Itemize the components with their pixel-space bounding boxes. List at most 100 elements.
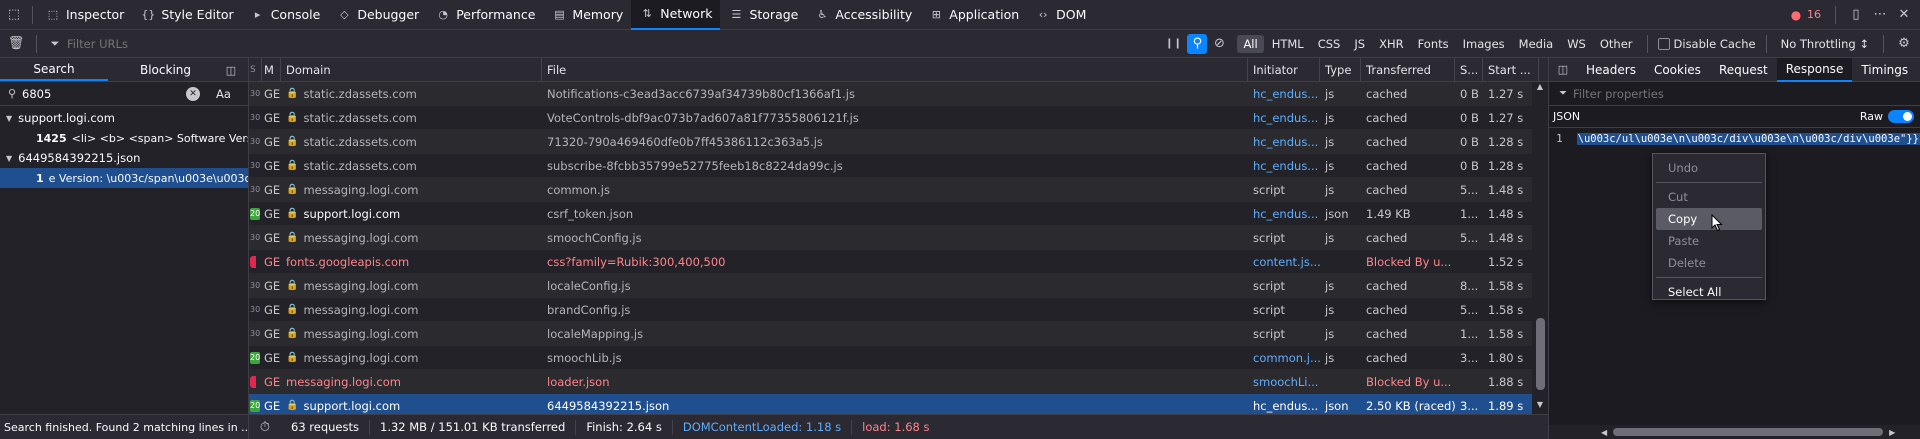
tab-search[interactable]: Search [0, 58, 108, 81]
response-text[interactable]: \u003c/ul\u003e\n\u003c/div\u003e\n\u003… [1576, 133, 1920, 145]
table-scrollbar[interactable]: ▲ ▼ [1532, 82, 1548, 414]
table-row[interactable]: 30 GE 🔒 messaging.logi.com common.js script js… [249, 178, 1548, 202]
filter-urls-input[interactable] [63, 33, 963, 54]
column-header-1[interactable]: M [262, 58, 281, 82]
column-header-7[interactable]: S... [1455, 58, 1483, 82]
tab-console[interactable]: ▸ Console [242, 0, 329, 30]
error-count-badge[interactable]: ● 16 [1788, 7, 1821, 23]
responsive-design-icon[interactable]: ▯ [1848, 7, 1864, 23]
close-icon[interactable]: ✕ [1896, 7, 1912, 23]
filter-type-other[interactable]: Other [1594, 35, 1639, 53]
scroll-thumb-h[interactable] [1613, 428, 1884, 436]
horizontal-scrollbar[interactable]: ◀ ▶ [1549, 425, 1920, 439]
tab-application[interactable]: ⊞ Application [920, 0, 1027, 30]
details-tab-request[interactable]: Request [1710, 58, 1777, 82]
clear-search-icon[interactable]: ✕ [186, 86, 200, 101]
table-row[interactable]: 30 GE 🔒 messaging.logi.com smoochConfig.js sc… [249, 226, 1548, 250]
lock-icon: 🔒 [286, 184, 299, 195]
transferred-cell: Blocked By u... [1366, 374, 1452, 389]
tab-dom[interactable]: ‹› DOM [1027, 0, 1094, 30]
table-row[interactable]: 30 GE 🔒 messaging.logi.com brandConfig.js scr… [249, 298, 1548, 322]
column-header-0[interactable]: S [249, 58, 262, 82]
style-editor-icon: {} [141, 8, 156, 21]
column-header-5[interactable]: Type [1320, 58, 1361, 82]
file-cell: smoochConfig.js [547, 230, 642, 245]
status-cell: 30 [249, 178, 262, 202]
filter-type-js[interactable]: JS [1348, 35, 1371, 53]
filter-type-css[interactable]: CSS [1312, 35, 1347, 53]
search-result-line-selected[interactable]: 1 e Version: \u003c/span\u003e\u003c/b..… [0, 168, 248, 188]
scroll-right-arrow[interactable]: ▶ [1889, 428, 1895, 437]
details-tab-headers[interactable]: Headers [1577, 58, 1645, 82]
throttling-select[interactable]: No Throttling ↕ [1781, 37, 1869, 51]
tab-storage[interactable]: ☰ Storage [720, 0, 806, 30]
pause-icon[interactable]: ❙❙ [1165, 36, 1182, 52]
menu-item-select-all[interactable]: Select All [1656, 281, 1762, 303]
panel-toggle-icon[interactable]: ◫ [1555, 62, 1571, 78]
filter-properties-input[interactable] [1569, 84, 1869, 103]
column-header-2[interactable]: Domain [281, 58, 542, 82]
search-input[interactable] [18, 84, 178, 103]
initiator-cell: content.js... [1253, 254, 1320, 269]
filter-type-html[interactable]: HTML [1266, 35, 1310, 53]
scroll-thumb[interactable] [1536, 318, 1545, 390]
status-cell: 30 [249, 106, 262, 130]
table-row[interactable]: GE messaging.logi.com loader.json smoochLi.… [249, 370, 1548, 394]
tab-performance[interactable]: ◔ Performance [427, 0, 543, 30]
table-row[interactable]: 30 GE 🔒 messaging.logi.com localeConfig.js sc… [249, 274, 1548, 298]
filter-type-images[interactable]: Images [1457, 35, 1511, 53]
panel-toggle-icon[interactable]: ◫ [223, 62, 239, 78]
details-tab-response[interactable]: Response [1776, 57, 1853, 82]
filter-type-xhr[interactable]: XHR [1373, 35, 1410, 53]
performance-timer-icon[interactable]: ⏱ [257, 419, 273, 435]
table-row[interactable]: 30 GE 🔒 messaging.logi.com localeMapping.js s… [249, 322, 1548, 346]
tab-style-editor[interactable]: {} Style Editor [132, 0, 241, 30]
details-tab-timings[interactable]: Timings [1852, 58, 1917, 82]
table-row[interactable]: 30 GE 🔒 static.zdassets.com VoteControls-dbf… [249, 106, 1548, 130]
details-tab-cookies[interactable]: Cookies [1645, 58, 1710, 82]
raw-response-editor[interactable]: 1 \u003c/ul\u003e\n\u003c/div\u003e\n\u0… [1549, 128, 1920, 150]
search-result-line[interactable]: 1425 <li> <b> <span> Software Version:..… [0, 128, 248, 148]
raw-toggle-switch[interactable] [1888, 110, 1914, 123]
filter-type-ws[interactable]: WS [1561, 35, 1592, 53]
transferred-cell: 2.50 KB (raced) [1366, 398, 1455, 413]
table-row[interactable]: 20 GE 🔒 support.logi.com 6449584392215.json h… [249, 394, 1548, 414]
tab-debugger[interactable]: ◇ Debugger [328, 0, 427, 30]
filter-type-media[interactable]: Media [1513, 35, 1560, 53]
scroll-left-arrow[interactable]: ◀ [1601, 428, 1607, 437]
column-header-8[interactable]: Start ... [1483, 58, 1539, 82]
column-header-4[interactable]: Initiator [1248, 58, 1320, 82]
disable-cache-checkbox[interactable]: Disable Cache [1657, 37, 1756, 51]
case-sensitive-toggle[interactable]: Aa [216, 87, 231, 101]
table-row[interactable]: 20 GE 🔒 messaging.logi.com smoochLib.js commo… [249, 346, 1548, 370]
tab-network[interactable]: ⇅ Network [631, 0, 721, 30]
table-row[interactable]: 20 GE 🔒 support.logi.com csrf_token.json hc_e… [249, 202, 1548, 226]
table-row[interactable]: 30 GE 🔒 static.zdassets.com subscribe-8fcbb3… [249, 154, 1548, 178]
filter-type-fonts[interactable]: Fonts [1412, 35, 1455, 53]
table-row[interactable]: GE fonts.googleapis.com css?family=Rubik:3… [249, 250, 1548, 274]
search-result-file[interactable]: ▼ 6449584392215.json [0, 148, 248, 168]
dock-options-icon[interactable]: ⋯ [1872, 7, 1888, 23]
column-header-6[interactable]: Transferred [1361, 58, 1455, 82]
tab-memory[interactable]: ▤ Memory [543, 0, 631, 30]
table-row[interactable]: 30 GE 🔒 static.zdassets.com 71320-790a469460… [249, 130, 1548, 154]
transferred-cell: cached [1366, 134, 1408, 149]
clear-log-icon[interactable]: 🗑 [8, 36, 25, 52]
settings-gear-icon[interactable]: ⚙ [1896, 36, 1912, 52]
search-icon[interactable]: ⚲ [1187, 33, 1208, 54]
search-result-file[interactable]: ▼ support.logi.com [0, 108, 248, 128]
block-icon[interactable]: ⊘ [1211, 36, 1227, 52]
tab-inspector[interactable]: ⬚ Inspector [37, 0, 132, 30]
file-cell: css?family=Rubik:300,400,500 [547, 254, 726, 269]
menu-item-copy[interactable]: Copy [1656, 208, 1762, 230]
checkbox-box[interactable] [1657, 37, 1670, 50]
table-row[interactable]: 30 GE 🔒 static.zdassets.com Notifications-c3… [249, 82, 1548, 106]
scroll-up-arrow[interactable]: ▲ [1532, 82, 1548, 96]
tab-accessibility[interactable]: ♿ Accessibility [806, 0, 920, 30]
tab-blocking[interactable]: Blocking [108, 58, 223, 81]
column-header-3[interactable]: File [542, 58, 1248, 82]
scroll-down-arrow[interactable]: ▼ [1532, 400, 1548, 414]
element-picker-icon[interactable]: ⬚ [6, 7, 22, 23]
method-cell: GE [264, 206, 281, 221]
filter-type-all[interactable]: All [1237, 34, 1264, 53]
